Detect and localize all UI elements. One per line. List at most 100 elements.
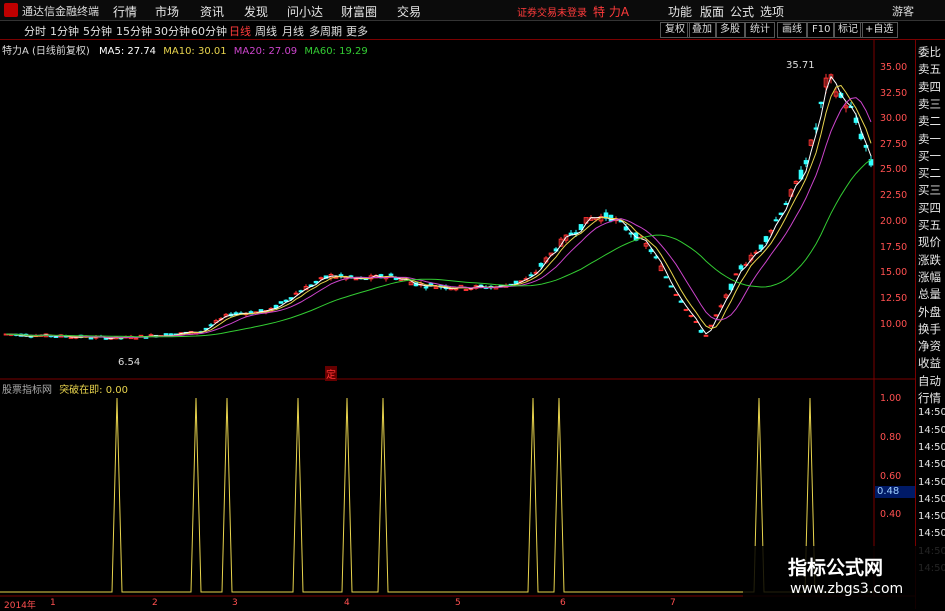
candle — [693, 320, 699, 323]
sidebar-item[interactable]: 涨幅 — [918, 269, 941, 285]
sidebar-item[interactable]: 委比 — [918, 44, 941, 60]
sidebar-item[interactable]: 卖三 — [918, 96, 941, 112]
ind-tick: 0.40 — [880, 509, 902, 520]
candle — [803, 160, 809, 165]
candle — [683, 308, 689, 311]
sidebar-item[interactable]: 行情 — [918, 390, 941, 406]
candle — [758, 244, 764, 250]
sidebar-item[interactable]: 14:50 — [918, 425, 945, 436]
candle — [738, 265, 744, 270]
candle — [463, 288, 469, 291]
candle — [148, 334, 154, 337]
candle — [713, 314, 719, 317]
candle — [293, 292, 299, 295]
ma60-line — [5, 159, 872, 338]
candle — [513, 280, 519, 284]
sidebar-item[interactable]: 涨跌 — [918, 252, 941, 268]
candle — [678, 300, 684, 303]
sidebar-item[interactable]: 14:50 — [918, 528, 945, 539]
candle — [88, 337, 94, 340]
sidebar-item[interactable]: 买一 — [918, 148, 941, 164]
indicator-source: 股票指标网 — [2, 385, 52, 396]
candle — [708, 324, 714, 327]
date-label: 5 — [455, 598, 461, 608]
price-tick: 35.00 — [880, 62, 908, 73]
ind-tick: 0.80 — [880, 432, 902, 443]
price-tick: 17.50 — [880, 242, 908, 253]
candle — [783, 202, 789, 206]
sidebar-item[interactable]: 换手 — [918, 321, 941, 337]
price-tick: 15.00 — [880, 267, 908, 278]
ind-tick: 0.60 — [880, 471, 902, 482]
candle — [68, 336, 74, 339]
candle — [283, 299, 289, 302]
candle — [663, 276, 669, 279]
date-label: 7 — [670, 598, 676, 608]
event-marker[interactable]: 定 — [325, 366, 337, 381]
candle — [763, 236, 769, 242]
indicator-title: 股票指标网 突破在即: 0.00 — [2, 381, 128, 396]
date-label: 6 — [560, 598, 566, 608]
candle — [428, 283, 434, 286]
candle — [133, 337, 139, 340]
sidebar-item[interactable]: 14:50 — [918, 459, 945, 470]
price-tick: 32.50 — [880, 88, 908, 99]
ind-tick: 1.00 — [880, 393, 902, 404]
candle — [353, 278, 359, 281]
candle — [668, 285, 674, 288]
sidebar-item[interactable]: 买四 — [918, 200, 941, 216]
sidebar-item[interactable]: 现价 — [918, 234, 941, 250]
sidebar-item[interactable]: 14:50 — [918, 407, 945, 418]
sidebar-item[interactable]: 买二 — [918, 165, 941, 181]
candle — [673, 293, 679, 296]
ma20-line — [5, 97, 872, 338]
sidebar-item[interactable]: 卖一 — [918, 131, 941, 147]
date-label: 3 — [232, 598, 238, 608]
sidebar-item[interactable]: 14:50 — [918, 477, 945, 488]
candle — [423, 286, 429, 289]
candle — [778, 212, 784, 216]
high-annotation: 35.71 — [786, 60, 815, 71]
sidebar-item[interactable]: 净资 — [918, 338, 941, 354]
sidebar-item[interactable]: 卖四 — [918, 79, 941, 95]
sidebar-item[interactable]: 14:50 — [918, 494, 945, 505]
candle — [233, 312, 239, 315]
date-label: 4 — [344, 598, 350, 608]
sidebar-item[interactable]: 卖五 — [918, 61, 941, 77]
candle — [718, 305, 724, 308]
candle — [733, 273, 739, 276]
price-tick: 20.00 — [880, 216, 908, 227]
candle — [313, 280, 319, 284]
watermark-title: 指标公式网 — [788, 557, 884, 579]
candle — [773, 219, 779, 222]
sidebar-item[interactable]: 买三 — [918, 182, 941, 198]
kline-chart[interactable] — [0, 0, 945, 609]
low-annotation: 6.54 — [118, 357, 141, 368]
sidebar-item[interactable]: 14:50 — [918, 442, 945, 453]
candle — [688, 314, 694, 317]
indicator-value: 0.00 — [105, 385, 129, 396]
sidebar-item[interactable]: 买五 — [918, 217, 941, 233]
indicator-cursor-value: 0.48 — [875, 486, 915, 498]
candle — [703, 334, 709, 337]
date-label: 2014年 — [4, 601, 36, 611]
price-tick: 25.00 — [880, 164, 908, 175]
price-tick: 30.00 — [880, 113, 908, 124]
candle — [278, 301, 284, 304]
sidebar-item[interactable]: 卖二 — [918, 113, 941, 129]
candle — [538, 262, 544, 267]
sidebar-item[interactable]: 14:50 — [918, 511, 945, 522]
date-label: 1 — [50, 598, 56, 608]
price-tick: 12.50 — [880, 293, 908, 304]
sidebar-item[interactable]: 收益 — [918, 355, 941, 371]
sidebar-item[interactable]: 外盘 — [918, 304, 941, 320]
sidebar-item[interactable]: 总量 — [918, 286, 941, 302]
ma5-line — [5, 75, 872, 340]
candle — [528, 274, 534, 277]
candle — [388, 273, 394, 276]
price-tick: 10.00 — [880, 319, 908, 330]
watermark-url: www.zbgs3.com — [790, 581, 904, 597]
sidebar-item[interactable]: 自动 — [918, 373, 941, 389]
date-label: 2 — [152, 598, 158, 608]
indicator-name: 突破在即: — [59, 385, 103, 396]
